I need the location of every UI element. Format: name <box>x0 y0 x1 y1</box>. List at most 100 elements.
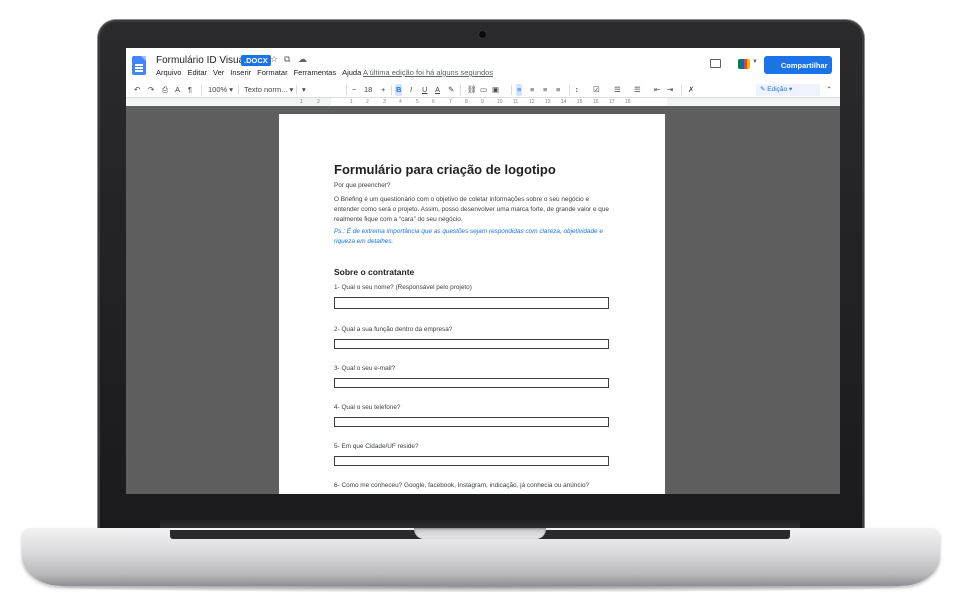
toolbar-divider <box>460 85 461 95</box>
answer-field[interactable] <box>334 297 609 309</box>
meet-icon[interactable] <box>738 59 750 69</box>
ruler-tick: 11 <box>513 99 519 105</box>
toolbar-divider <box>569 85 570 95</box>
ruler-tick: 16 <box>593 99 599 105</box>
menu-bar: Arquivo Editar Ver Inserir Formatar Ferr… <box>156 68 361 77</box>
answer-field[interactable] <box>334 378 609 388</box>
menu-ferramentas[interactable]: Ferramentas <box>294 68 337 77</box>
question-label: 4- Qual o seu telefone? <box>334 404 401 411</box>
align-justify-icon[interactable]: ≡ <box>556 84 560 96</box>
toolbar-divider <box>391 85 392 95</box>
underline-icon[interactable]: U <box>422 84 427 96</box>
paint-format-icon[interactable]: ¶ <box>188 84 192 96</box>
toolbar-divider <box>346 85 347 95</box>
align-right-icon[interactable]: ≡ <box>543 84 547 96</box>
redo-icon[interactable]: ↷ <box>148 84 154 96</box>
question-label: 5- Em que Cidade/UF reside? <box>334 443 419 450</box>
align-center-icon[interactable]: ≡ <box>530 84 534 96</box>
note-paragraph: Ps.: É de extrema importância que as que… <box>334 228 603 245</box>
section-heading: Sobre o contratante <box>334 267 415 277</box>
ruler-tick: 4 <box>399 99 402 105</box>
ruler-tick: 8 <box>465 99 468 105</box>
line-spacing-icon[interactable]: ↕ <box>575 84 579 96</box>
ruler-tick: 1 <box>300 99 303 105</box>
formatting-toolbar: ↶ ↷ ⎙ A ¶ 100% ▾ Texto norm... ▾ ▾ − 18 … <box>126 82 840 98</box>
menu-inserir[interactable]: Inserir <box>230 68 251 77</box>
bold-icon[interactable]: B <box>395 84 403 96</box>
highlight-icon[interactable]: ✎ <box>448 84 454 96</box>
zoom-select[interactable]: 100% ▾ <box>208 84 233 96</box>
style-value: Texto norm... <box>244 85 288 94</box>
increase-indent-icon[interactable]: ⇥ <box>667 84 673 96</box>
text-color-icon[interactable]: A <box>435 84 440 96</box>
ruler-tick: 1 <box>350 99 353 105</box>
question-label: 3- Qual o seu e-mail? <box>334 365 396 372</box>
ruler-tick: 6 <box>432 99 435 105</box>
checklist-icon[interactable]: ☑ <box>593 84 600 96</box>
screen: Formulário ID Visual .DOCX ☆ ⧉ ☁ Arquivo… <box>126 48 840 494</box>
ruler-tick: 7 <box>449 99 452 105</box>
image-icon[interactable]: ▣ <box>492 84 499 96</box>
menu-editar[interactable]: Editar <box>187 68 207 77</box>
clear-formatting-icon[interactable]: ✗ <box>688 84 694 96</box>
person-icon: 👤 <box>768 60 778 70</box>
intro-paragraph: O Briefing é um questionário com o objet… <box>334 196 609 223</box>
italic-icon[interactable]: I <box>410 84 412 96</box>
menu-ver[interactable]: Ver <box>213 68 224 77</box>
numbered-list-icon[interactable]: ☰ <box>634 84 641 96</box>
ruler-tick: 18 <box>625 99 631 105</box>
document-heading: Formulário para criação de logotipo <box>334 162 556 177</box>
ruler-tick: 13 <box>545 99 551 105</box>
style-select[interactable]: Texto norm... ▾ <box>244 84 293 96</box>
menu-ajuda[interactable]: Ajuda <box>342 68 361 77</box>
question-label: 6- Como me conheceu? Google, facebook, I… <box>334 482 590 489</box>
answer-field[interactable] <box>334 339 609 349</box>
star-icon[interactable]: ☆ <box>270 54 278 65</box>
move-folder-icon[interactable]: ⧉ <box>284 54 290 65</box>
menu-formatar[interactable]: Formatar <box>257 68 287 77</box>
ruler-tick: 2 <box>366 99 369 105</box>
menu-arquivo[interactable]: Arquivo <box>156 68 181 77</box>
ruler-tick: 2 <box>317 99 320 105</box>
toolbar-divider <box>238 85 239 95</box>
font-select[interactable]: ▾ <box>302 84 306 96</box>
font-size-input[interactable]: 18 <box>364 84 372 96</box>
undo-icon[interactable]: ↶ <box>134 84 140 96</box>
ruler: 1 2 1 2 3 4 5 6 7 8 9 10 11 12 13 14 15 … <box>126 98 840 106</box>
last-edit-link[interactable]: A última edição foi há alguns segundos <box>363 68 493 77</box>
docs-logo-icon[interactable] <box>132 56 146 75</box>
answer-field[interactable] <box>334 417 609 427</box>
editing-mode-select[interactable]: ✎ Edição ▾ <box>756 84 820 96</box>
ruler-tick: 17 <box>609 99 615 105</box>
ruler-tick: 14 <box>561 99 567 105</box>
bulleted-list-icon[interactable]: ☰ <box>614 84 621 96</box>
comment-icon[interactable]: ▭ <box>480 84 487 96</box>
toolbar-divider <box>296 85 297 95</box>
answer-field[interactable] <box>334 456 609 466</box>
question-label: 1- Qual o seu nome? (Responsável pelo pr… <box>334 284 472 291</box>
lid-opening-notch <box>414 528 546 539</box>
docx-badge: .DOCX <box>241 55 271 66</box>
collapse-menus-icon[interactable]: ⌃ <box>826 84 832 96</box>
increase-font-icon[interactable]: + <box>381 84 385 96</box>
link-icon[interactable]: ⛓ <box>467 84 477 96</box>
share-button[interactable]: 👤 Compartilhar <box>764 56 832 74</box>
ruler-tick: 3 <box>383 99 386 105</box>
ruler-tick: 10 <box>497 99 503 105</box>
chevron-down-icon[interactable]: ▼ <box>752 59 758 65</box>
comment-history-icon[interactable] <box>710 59 721 68</box>
question-label: 2- Qual a sua função dentro da empresa? <box>334 326 453 333</box>
print-icon[interactable]: ⎙ <box>162 84 168 96</box>
zoom-value: 100% <box>208 85 228 94</box>
ruler-tick: 9 <box>481 99 484 105</box>
cloud-status-icon[interactable]: ☁ <box>298 54 307 65</box>
share-button-label: Compartilhar <box>780 60 828 70</box>
decrease-font-icon[interactable]: − <box>352 84 356 96</box>
editing-mode-label: Edição <box>767 86 788 93</box>
document-title[interactable]: Formulário ID Visual <box>156 55 246 66</box>
ruler-tick: 12 <box>529 99 535 105</box>
document-page[interactable]: Formulário para criação de logotipo Por … <box>279 114 665 494</box>
decrease-indent-icon[interactable]: ⇤ <box>654 84 660 96</box>
align-left-icon[interactable]: ≡ <box>516 84 523 96</box>
spellcheck-icon[interactable]: A <box>175 84 180 96</box>
